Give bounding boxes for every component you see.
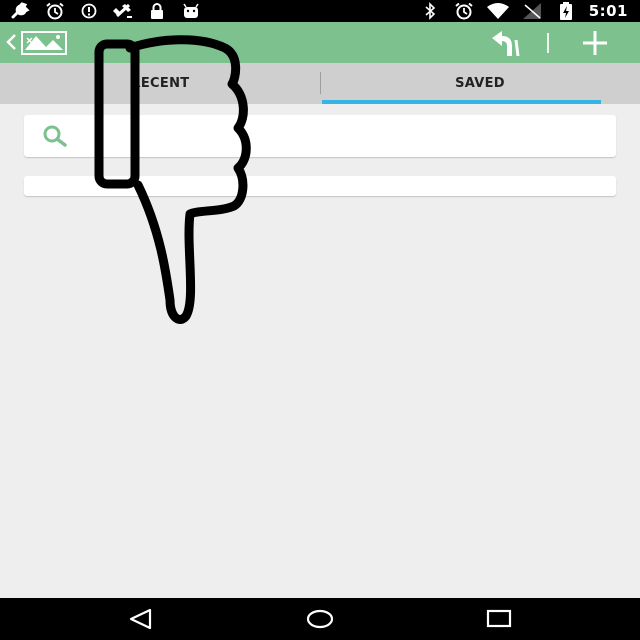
android-icon xyxy=(183,3,199,18)
recents-icon[interactable] xyxy=(484,606,514,632)
alarm-icon xyxy=(46,2,64,20)
add-icon[interactable] xyxy=(574,28,616,58)
gps-off-icon xyxy=(113,3,132,18)
directions-icon[interactable] xyxy=(488,28,522,58)
action-bar xyxy=(0,22,640,63)
bluetooth-icon xyxy=(425,2,435,20)
status-left-icons xyxy=(0,2,212,20)
status-right-icons: 5:01 xyxy=(409,2,640,20)
wifi-icon xyxy=(486,3,509,19)
navigation-bar xyxy=(0,598,640,640)
alarm-icon xyxy=(455,2,473,20)
up-caret-icon[interactable] xyxy=(4,30,18,54)
tab-saved-label: SAVED xyxy=(455,76,505,91)
status-bar: 5:01 xyxy=(0,0,640,22)
search-card[interactable] xyxy=(24,115,616,157)
action-bar-divider xyxy=(547,33,549,53)
map-logo-icon[interactable] xyxy=(20,30,68,56)
back-icon[interactable] xyxy=(126,606,156,632)
tab-selected-indicator xyxy=(322,100,601,104)
tab-saved[interactable]: SAVED xyxy=(320,63,640,104)
status-time: 5:01 xyxy=(588,2,628,20)
wrench-icon xyxy=(11,2,30,19)
search-input[interactable] xyxy=(84,121,608,153)
lock-icon xyxy=(151,3,163,19)
tab-recent[interactable]: RECENT xyxy=(0,63,320,104)
tab-recent-label: RECENT xyxy=(130,76,190,91)
battery-charging-icon xyxy=(559,2,572,20)
signal-icon xyxy=(522,3,541,19)
home-icon[interactable] xyxy=(305,606,335,632)
saved-list-card xyxy=(24,176,616,196)
sync-icon xyxy=(81,3,97,19)
screen: 5:01 RECENT SAVED xyxy=(0,0,640,640)
tab-separator xyxy=(320,72,321,94)
search-icon[interactable] xyxy=(38,123,74,149)
